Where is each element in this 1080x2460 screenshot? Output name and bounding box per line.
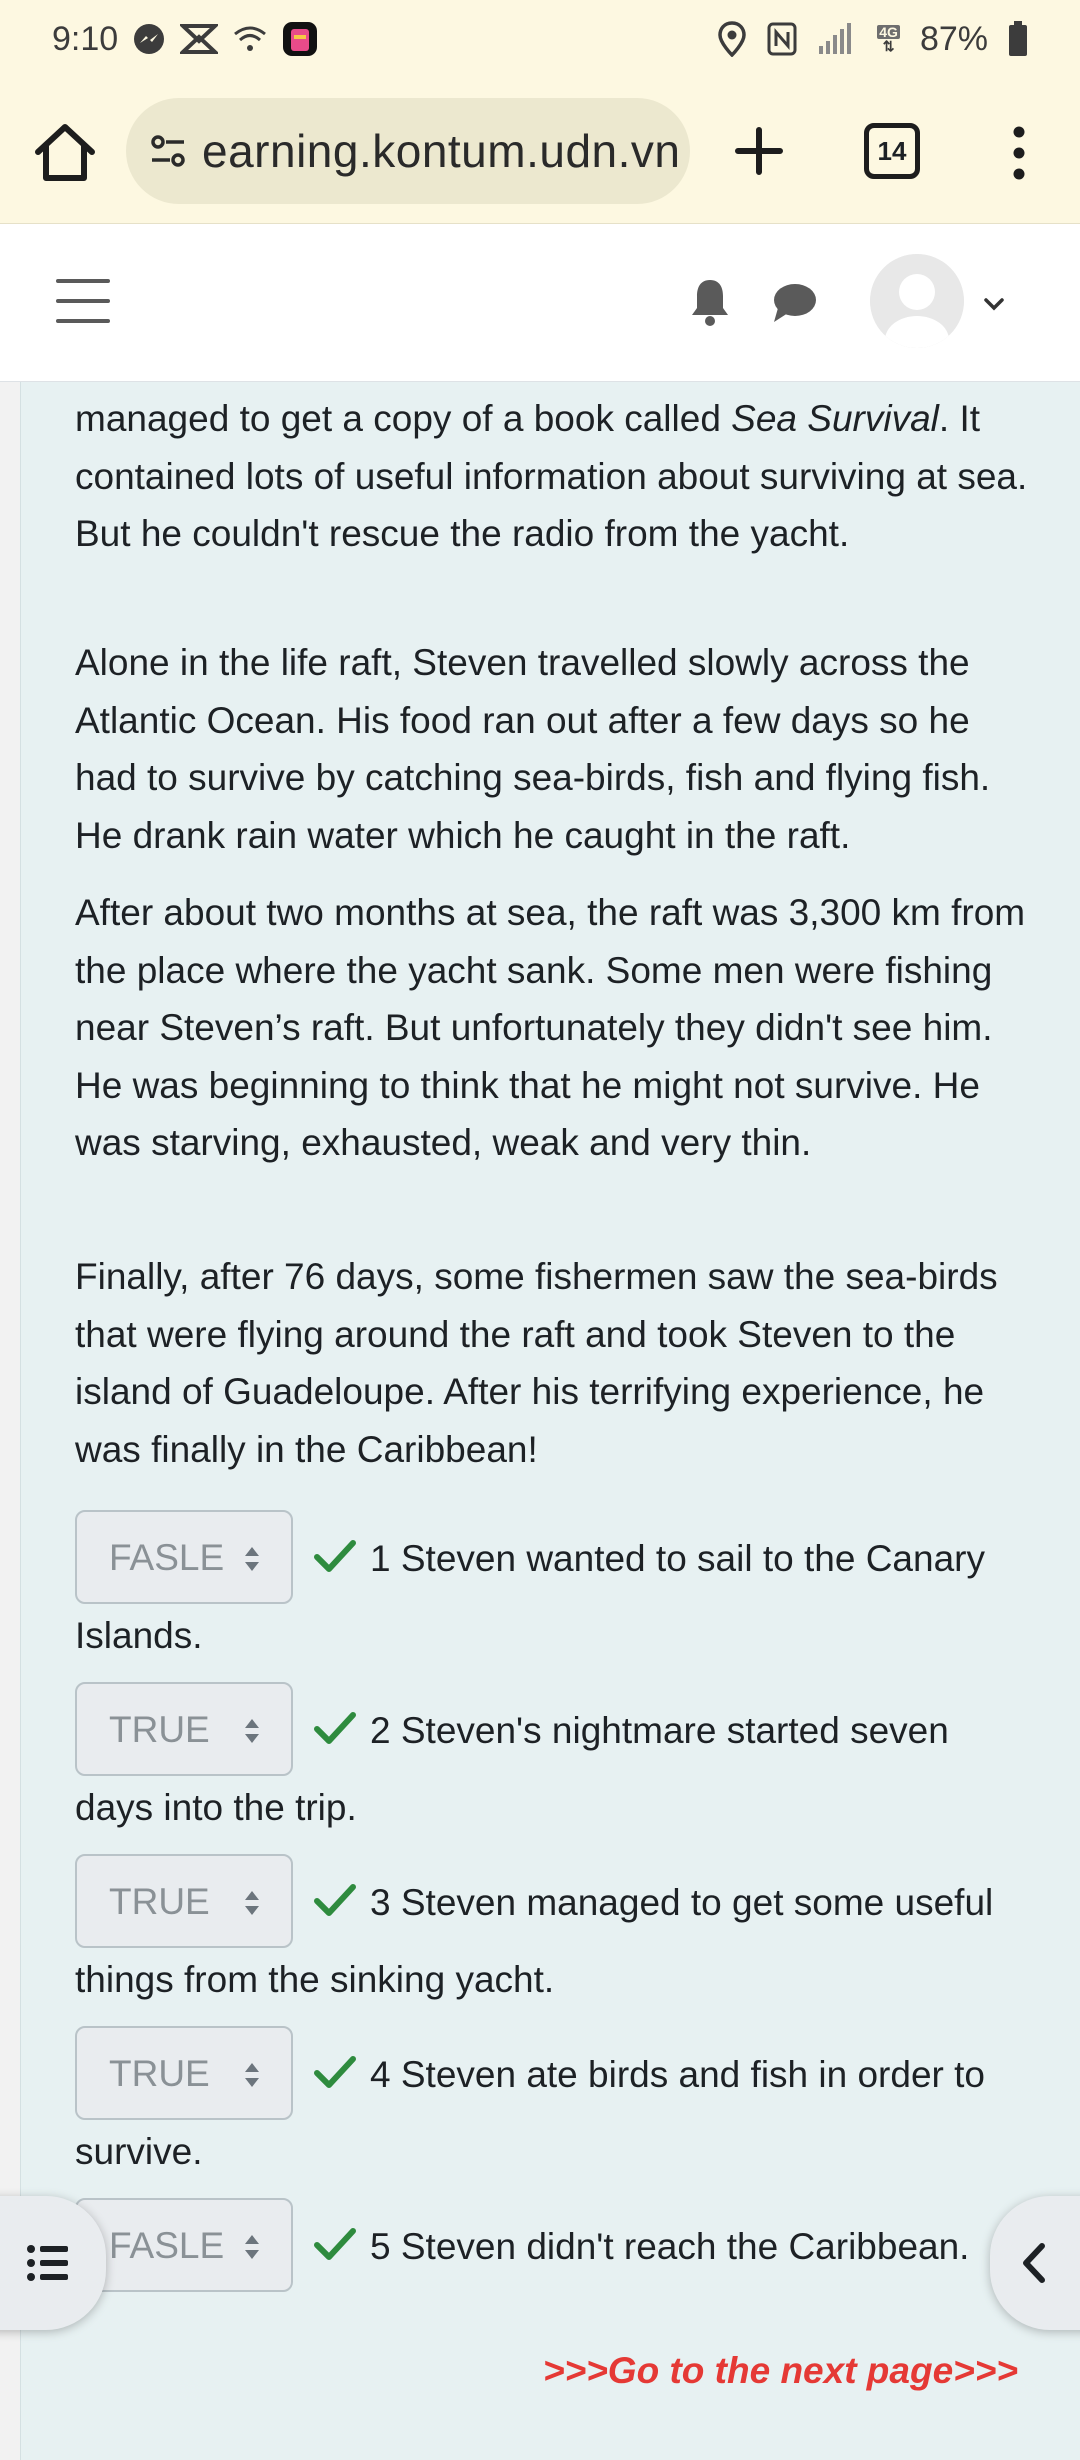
notifications-bell-icon[interactable] — [688, 276, 732, 328]
correct-check-icon — [314, 1540, 356, 1572]
hamburger-menu-button[interactable] — [56, 279, 110, 323]
next-page-link[interactable]: >>>Go to the next page>>> — [543, 2350, 1018, 2392]
paragraph-text: managed to get a copy of a book called — [75, 398, 732, 439]
app-notification-icon — [180, 22, 219, 56]
answer-select[interactable]: TRUE — [75, 2026, 293, 2120]
book-title: Sea Survival — [731, 398, 939, 439]
quiz-content-area: managed to get a copy of a book called S… — [20, 382, 1080, 2460]
answer-value: FASLE — [109, 1536, 225, 1578]
user-avatar[interactable] — [870, 254, 964, 348]
status-bar: 9:10 4G ⇅ 87% — [0, 0, 1080, 78]
article-paragraph: managed to get a copy of a book called S… — [75, 390, 1035, 563]
status-time: 9:10 — [52, 19, 119, 58]
question-row: 4 Steven ate birds and fish in order to … — [75, 2026, 1035, 2186]
correct-check-icon — [314, 2228, 356, 2260]
more-vert-icon — [1013, 126, 1025, 180]
article-paragraph: Alone in the life raft, Steven travelled… — [75, 642, 991, 856]
chevron-left-icon — [1023, 2243, 1045, 2283]
select-arrows-icon — [245, 2063, 259, 2087]
wifi-calling-icon — [232, 22, 268, 56]
question-row: 5 Steven didn't reach the Caribbean. FAS… — [75, 2198, 1035, 2298]
address-bar[interactable]: earning.kontum.udn.vn — [126, 98, 690, 204]
nfc-icon — [767, 22, 797, 56]
battery-icon — [1008, 21, 1028, 57]
course-index-drawer-button[interactable] — [0, 2196, 106, 2330]
answer-select[interactable]: TRUE — [75, 1682, 293, 1776]
url-text[interactable]: earning.kontum.udn.vn — [202, 124, 680, 178]
chevron-down-icon[interactable] — [980, 290, 1008, 318]
article-paragraph: Finally, after 76 days, some fishermen s… — [75, 1256, 998, 1470]
network-type-icon: 4G ⇅ — [877, 24, 900, 54]
select-arrows-icon — [245, 1547, 259, 1571]
battery-percent: 87% — [919, 19, 988, 58]
select-arrows-icon — [245, 2235, 259, 2259]
select-arrows-icon — [245, 1891, 259, 1915]
question-row: 3 Steven managed to get some useful thin… — [75, 1854, 1035, 2014]
home-icon — [35, 124, 95, 181]
answer-value: TRUE — [109, 2052, 210, 2094]
site-settings-icon[interactable] — [148, 131, 188, 171]
messenger-icon — [132, 22, 166, 56]
signal-icon — [817, 22, 857, 56]
site-navbar — [0, 224, 1080, 382]
answer-value: TRUE — [109, 1708, 210, 1750]
question-row: 2 Steven's nightmare started seven days … — [75, 1682, 1035, 1842]
tab-count: 14 — [877, 135, 907, 166]
correct-check-icon — [314, 1884, 356, 1916]
article-paragraph: After about two months at sea, the raft … — [75, 892, 1026, 1163]
messages-chat-icon[interactable] — [770, 280, 818, 324]
list-icon — [27, 2245, 68, 2281]
answer-value: FASLE — [109, 2224, 225, 2266]
answer-value: TRUE — [109, 1880, 210, 1922]
correct-check-icon — [314, 1712, 356, 1744]
select-arrows-icon — [245, 1719, 259, 1743]
browser-toolbar: earning.kontum.udn.vn 14 — [0, 78, 1080, 224]
default-user-icon — [870, 254, 964, 348]
location-icon — [717, 21, 747, 57]
app-icon — [282, 21, 318, 57]
question-row: 1 Steven wanted to sail to the Canary Is… — [75, 1510, 1035, 1670]
browser-menu-button[interactable] — [1004, 120, 1034, 186]
answer-select[interactable]: FASLE — [75, 1510, 293, 1604]
correct-check-icon — [314, 2056, 356, 2088]
answer-select[interactable]: TRUE — [75, 1854, 293, 1948]
new-tab-button[interactable] — [726, 118, 792, 184]
plus-icon — [735, 127, 783, 175]
home-button[interactable] — [30, 118, 100, 188]
answer-select[interactable]: FASLE — [75, 2198, 293, 2292]
tab-switcher-button[interactable]: 14 — [864, 123, 920, 179]
